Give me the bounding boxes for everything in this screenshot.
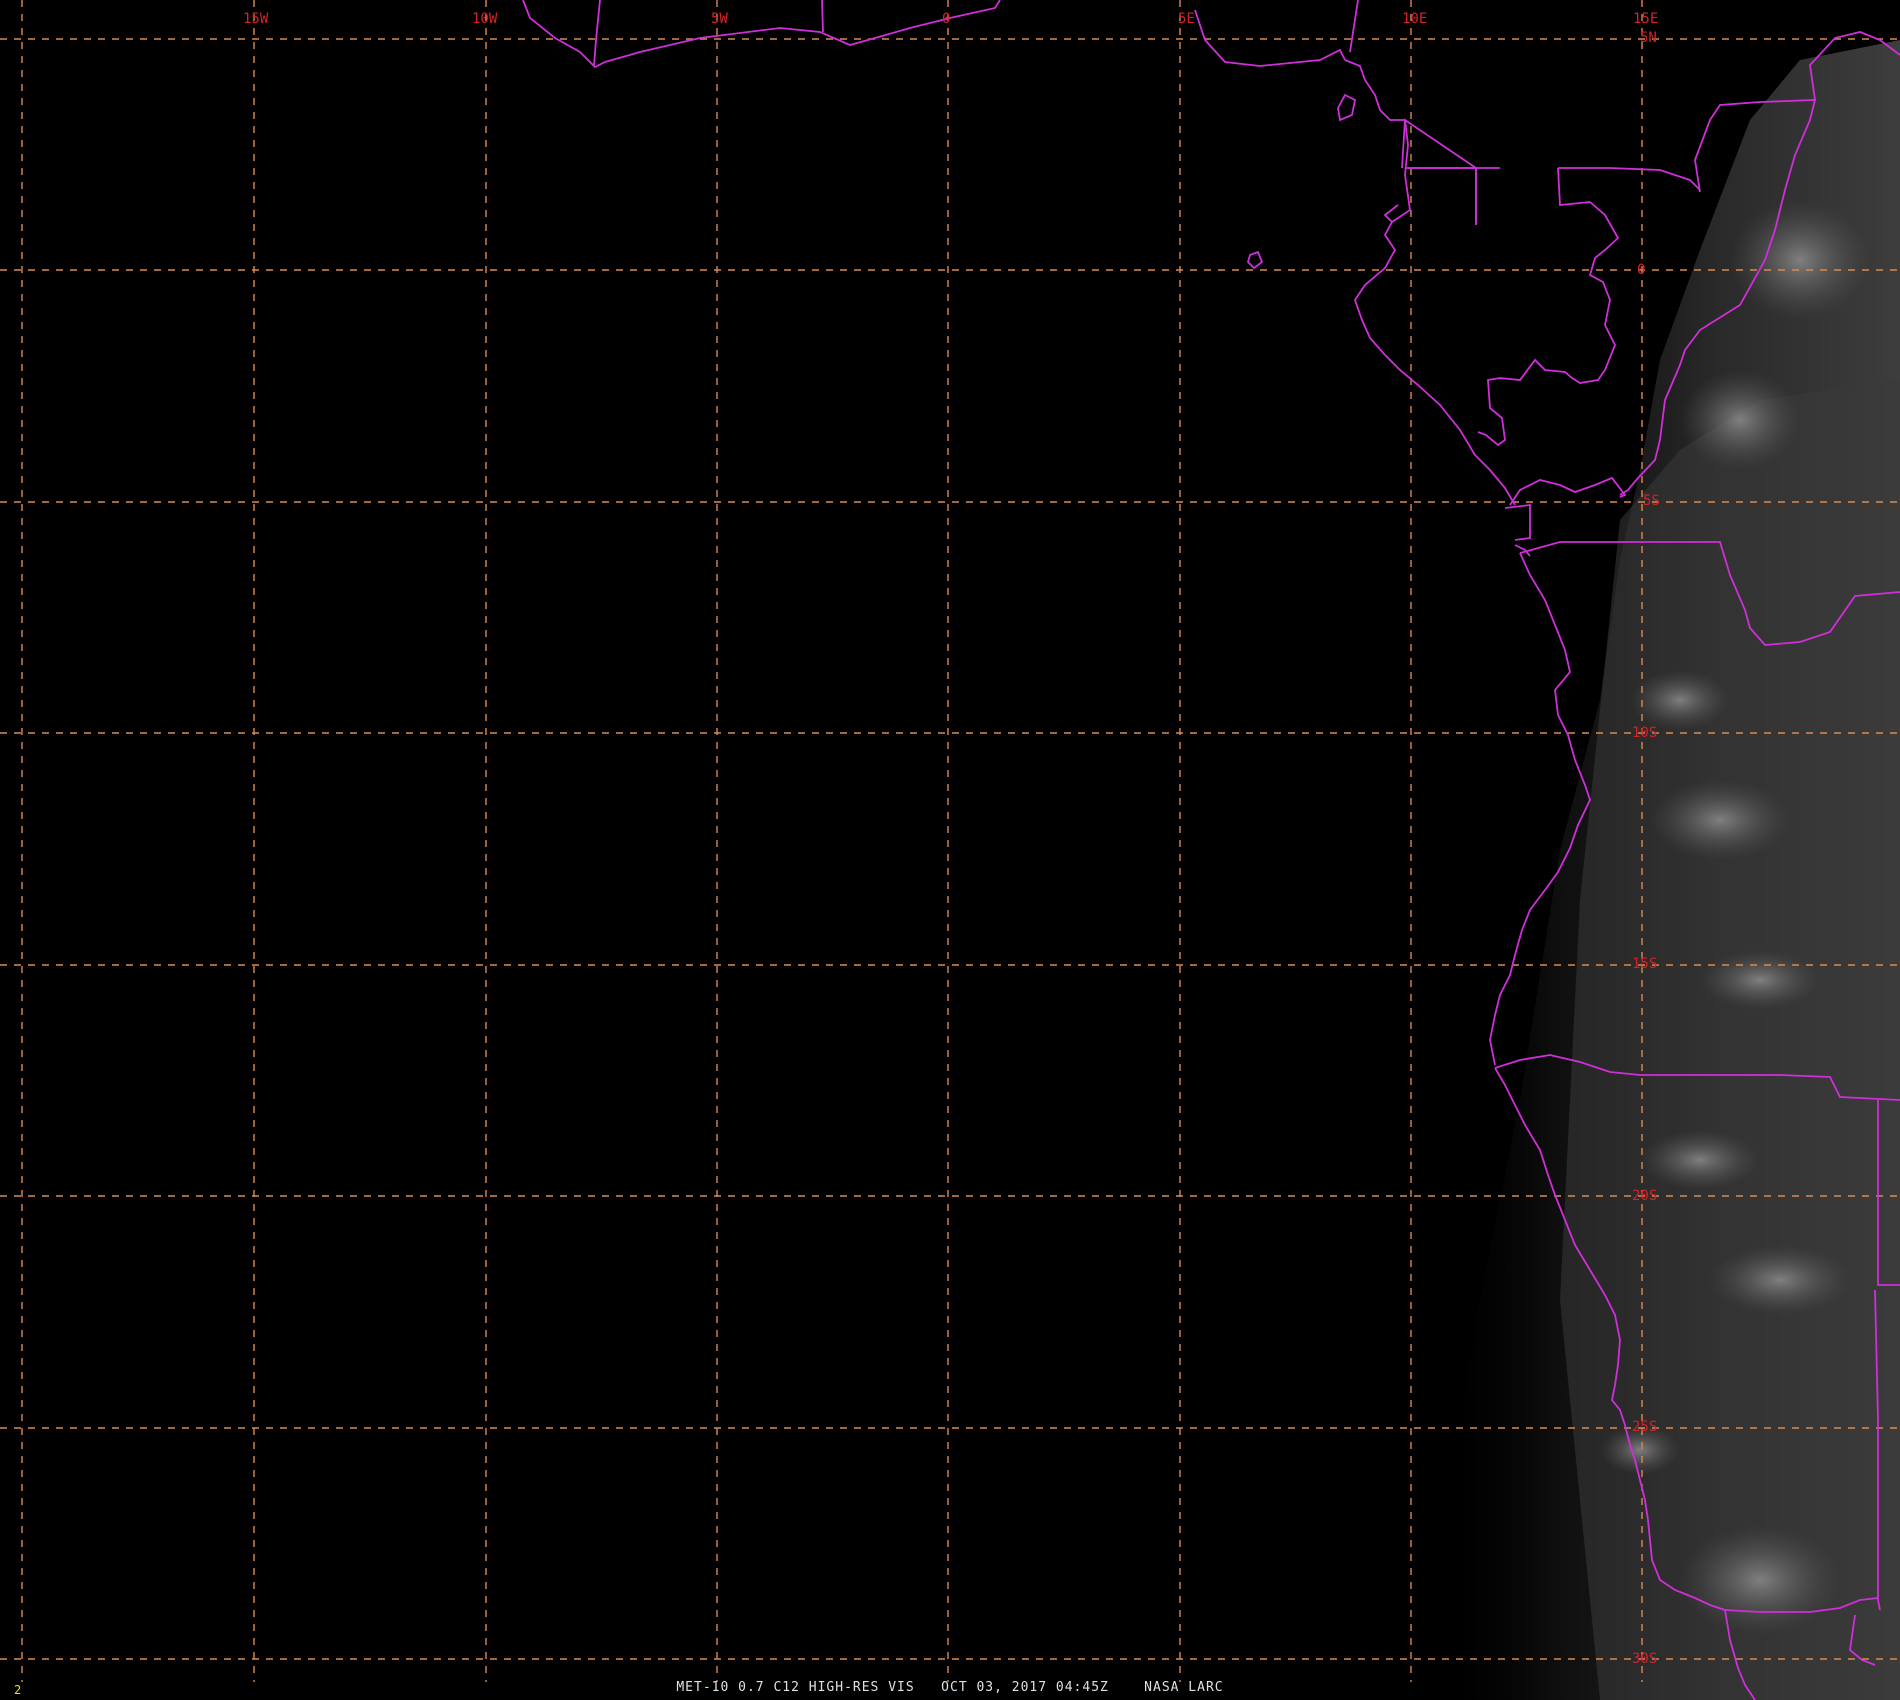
islands — [1246, 250, 1264, 270]
satellite-map: 15W 10W 5W 0 5E 10E 15E 5N 0 5S 10S 15S … — [0, 0, 1900, 1700]
lat-label-15s: 15S — [1632, 956, 1657, 972]
lat-label-20s: 20S — [1632, 1188, 1657, 1204]
congo-drc-border — [1509, 476, 1627, 506]
lon-label-10e: 10E — [1402, 11, 1427, 27]
lat-label-25s: 25S — [1632, 1419, 1657, 1435]
longitude-lines — [21, 0, 1643, 1682]
lon-label-10w: 10W — [472, 11, 498, 27]
eq-guinea-border — [1405, 167, 1477, 225]
nigeria-coast — [1194, 9, 1346, 67]
lon-label-0: 0 — [942, 11, 950, 27]
cameroon-coast — [1344, 59, 1411, 224]
gabon-congo-border — [1477, 167, 1620, 447]
lat-label-30s: 30S — [1632, 1651, 1657, 1667]
longitude-labels: 15W 10W 5W 0 5E 10E 15E — [243, 11, 1658, 27]
lat-label-5n: 5N — [1640, 30, 1657, 46]
bioko-island — [1337, 93, 1357, 122]
satellite-imagery — [1440, 40, 1900, 1700]
lon-label-5e: 5E — [1178, 11, 1195, 27]
lat-label-5s: 5S — [1643, 493, 1660, 509]
lat-label-10s: 10S — [1632, 725, 1657, 741]
nigeria-border — [1349, 0, 1359, 53]
image-caption: MET-10 0.7 C12 HIGH-RES VIS OCT 03, 2017… — [676, 1680, 1224, 1695]
lat-label-0: 0 — [1637, 262, 1645, 278]
lon-label-15w: 15W — [243, 11, 269, 27]
ghana-border — [821, 0, 824, 33]
eq-guinea-gabon-coast — [1354, 221, 1516, 506]
cabinda-border — [1504, 503, 1531, 541]
lon-label-15e: 15E — [1633, 11, 1658, 27]
lon-label-5w: 5W — [711, 11, 728, 27]
congo-car-border — [1558, 167, 1701, 191]
cameroon-gabon-border — [1401, 118, 1500, 223]
liberia-border — [593, 0, 601, 67]
